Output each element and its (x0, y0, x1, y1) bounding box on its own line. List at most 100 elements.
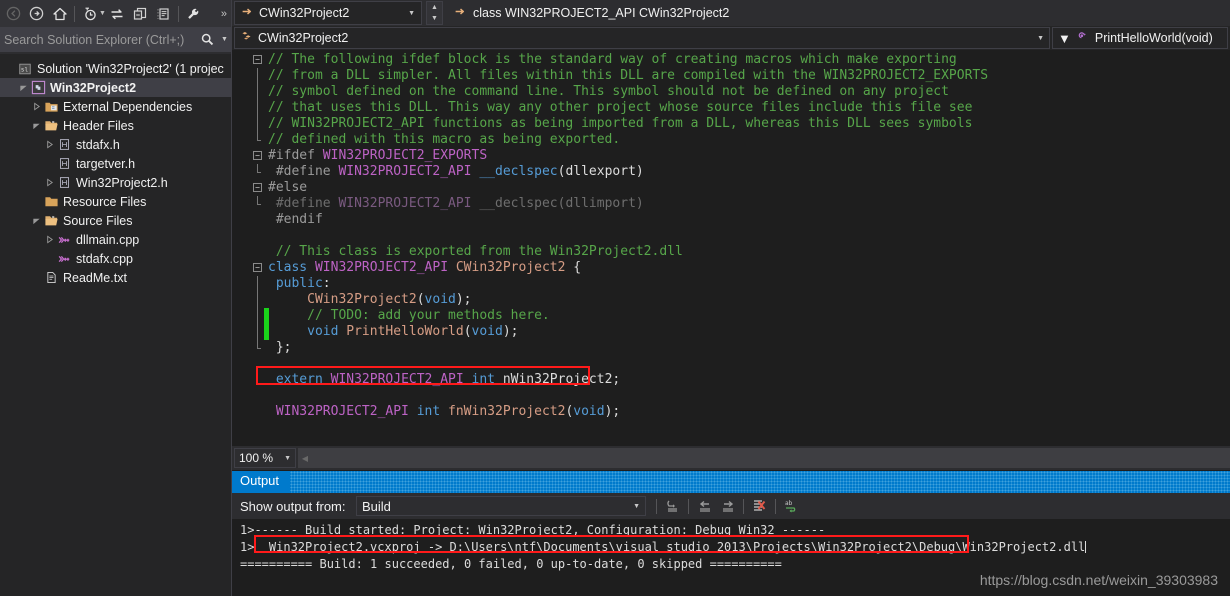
code-token: // This class is exported from the Win32… (268, 244, 683, 259)
tree-item-source-files[interactable]: Source Files (0, 211, 232, 230)
code-token: #else (268, 180, 308, 195)
code-token: // from a DLL simpler. All files within … (268, 68, 989, 83)
tree-item-targetver-h[interactable]: targetver.h (0, 154, 232, 173)
horizontal-scrollbar[interactable]: ◀ (298, 448, 1230, 468)
chevron-down-icon[interactable]: ▼ (431, 15, 438, 22)
expand-triangle-right-icon[interactable] (30, 102, 42, 111)
tab-spinner[interactable]: ▲ ▼ (426, 1, 443, 25)
tree-item-resource-files[interactable]: Resource Files (0, 192, 232, 211)
tree-item-readme-txt[interactable]: ReadMe.txt (0, 268, 232, 287)
zoom-level-selector[interactable]: 100 % ▼ (234, 448, 296, 468)
code-token: #endif (268, 212, 323, 227)
code-line-text: // WIN32PROJECT2_API functions as being … (268, 116, 972, 132)
code-token: : (322, 276, 331, 291)
navbar-type-combo[interactable]: CWin32Project2 ▼ (234, 27, 1050, 49)
expand-triangle-right-icon[interactable] (43, 140, 55, 149)
output-title-bar[interactable]: Output (232, 471, 1230, 493)
output-line: 1>------ Build started: Project: Win32Pr… (240, 523, 826, 537)
output-line: 1> Win32Project2.vcxproj -> D:\Users\ntf… (240, 540, 1087, 554)
code-token: // TODO: add your methods here. (268, 308, 550, 323)
text-caret (1085, 541, 1087, 553)
expand-triangle-down-icon[interactable] (30, 216, 42, 225)
svg-text:sl: sl (21, 66, 29, 73)
code-token: ); (604, 404, 621, 419)
scroll-left-icon[interactable]: ◀ (298, 448, 312, 468)
tree-item-header-files[interactable]: Header Files (0, 116, 232, 135)
expand-triangle-right-icon[interactable] (43, 235, 55, 244)
code-line-text: public: (268, 276, 331, 292)
editor-zoom-bar: 100 % ▼ ◀ (232, 446, 1230, 470)
toolbar-overflow-icon[interactable]: » (221, 8, 228, 20)
header-file-icon (55, 157, 73, 170)
solution-explorer-panel: ▼ » Search Solution Explorer (Ctrl+;) ▼ (0, 0, 232, 596)
clear-all-button[interactable] (748, 495, 771, 517)
chevron-down-icon[interactable]: ▼ (1037, 35, 1044, 42)
tree-item-dllmain-cpp[interactable]: dllmain.cpp (0, 230, 232, 249)
search-magnifier-icon[interactable] (196, 32, 218, 47)
tree-item-label: Win32Project2.h (76, 175, 168, 190)
tree-item-win32project2[interactable]: Win32Project2 (0, 78, 232, 97)
code-line-text: // TODO: add your methods here. (268, 308, 550, 324)
chevron-down-icon[interactable]: ▼ (99, 10, 106, 17)
next-message-button[interactable] (716, 495, 739, 517)
folder-closed-icon (42, 194, 60, 209)
fold-guide-end (257, 348, 261, 349)
search-solution-explorer-input[interactable]: Search Solution Explorer (Ctrl+;) ▼ (0, 27, 232, 52)
code-token: CWin32Project2 (455, 260, 574, 275)
type-dropdown-value: CWin32Project2 (259, 6, 350, 20)
tree-item-solution-win32project2-1-projec[interactable]: sl Solution 'Win32Project2' (1 projec (0, 59, 232, 78)
collapse-fold-icon[interactable]: − (253, 183, 262, 192)
properties-icon[interactable] (152, 2, 175, 25)
chevron-up-icon[interactable]: ▲ (431, 4, 438, 11)
solution-tree: sl Solution 'Win32Project2' (1 projec Win3… (0, 54, 232, 596)
expand-triangle-right-icon[interactable] (43, 178, 55, 187)
word-wrap-button[interactable]: ab (780, 495, 803, 517)
code-token: PrintHelloWorld (346, 324, 464, 339)
navbar-member-combo[interactable]: ▼ PrintHelloWorld(void) (1052, 27, 1228, 49)
tree-item-external-dependencies[interactable]: External Dependencies (0, 97, 232, 116)
toolbar-separator-2 (177, 5, 179, 22)
collapse-fold-icon[interactable]: − (253, 263, 262, 272)
preview-selected-items-icon[interactable] (129, 2, 152, 25)
previous-message-button[interactable] (693, 495, 716, 517)
fold-guide-end (257, 204, 261, 205)
chevron-down-icon[interactable]: ▼ (1058, 31, 1071, 46)
output-source-combo[interactable]: Build ▼ (356, 496, 646, 516)
code-editor[interactable]: −// The following ifdef block is the sta… (232, 50, 1230, 462)
folder-open-icon (42, 213, 60, 228)
code-token: ( (416, 292, 425, 307)
collapse-fold-icon[interactable]: − (253, 55, 262, 64)
collapse-fold-icon[interactable]: − (253, 151, 262, 160)
expand-triangle-down-icon[interactable] (17, 83, 29, 92)
code-token: extern (268, 372, 331, 387)
output-toolbar: Show output from: Build ▼ ab (232, 493, 1230, 519)
tree-item-label: ReadMe.txt (63, 270, 127, 285)
back-arrow-icon[interactable] (2, 2, 25, 25)
tree-item-win32project2-h[interactable]: Win32Project2.h (0, 173, 232, 192)
svg-text:ab: ab (785, 500, 793, 507)
code-token: { (573, 260, 582, 275)
sync-with-active-document-icon[interactable] (106, 2, 129, 25)
chevron-down-icon[interactable]: ▼ (284, 455, 291, 462)
zoom-level-value: 100 % (239, 451, 274, 465)
chevron-down-icon[interactable]: ▼ (408, 10, 415, 17)
tree-item-label: stdafx.cpp (76, 251, 133, 266)
chevron-down-icon[interactable]: ▼ (633, 503, 640, 510)
search-options-chevron-down-icon[interactable]: ▼ (218, 36, 231, 43)
tree-item-stdafx-h[interactable]: stdafx.h (0, 135, 232, 154)
navbar-type-value: CWin32Project2 (258, 31, 349, 45)
wrench-icon[interactable] (182, 2, 205, 25)
fold-guide-line (257, 116, 258, 132)
forward-arrow-icon[interactable] (25, 2, 48, 25)
member-dropdown[interactable]: class WIN32PROJECT2_API CWin32Project2 (448, 1, 735, 25)
home-icon[interactable] (48, 2, 71, 25)
type-dropdown[interactable]: CWin32Project2 ▼ (234, 1, 422, 25)
code-token: // defined with this macro as being expo… (268, 132, 621, 147)
solution-icon: sl (16, 62, 34, 76)
find-message-in-code-button[interactable] (661, 495, 684, 517)
fold-guide-end (257, 140, 261, 141)
tree-item-stdafx-cpp[interactable]: stdafx.cpp (0, 249, 232, 268)
expand-triangle-down-icon[interactable] (30, 121, 42, 130)
pending-changes-clock-icon[interactable] (78, 2, 101, 25)
member-dropdown-value: class WIN32PROJECT2_API CWin32Project2 (473, 6, 730, 20)
